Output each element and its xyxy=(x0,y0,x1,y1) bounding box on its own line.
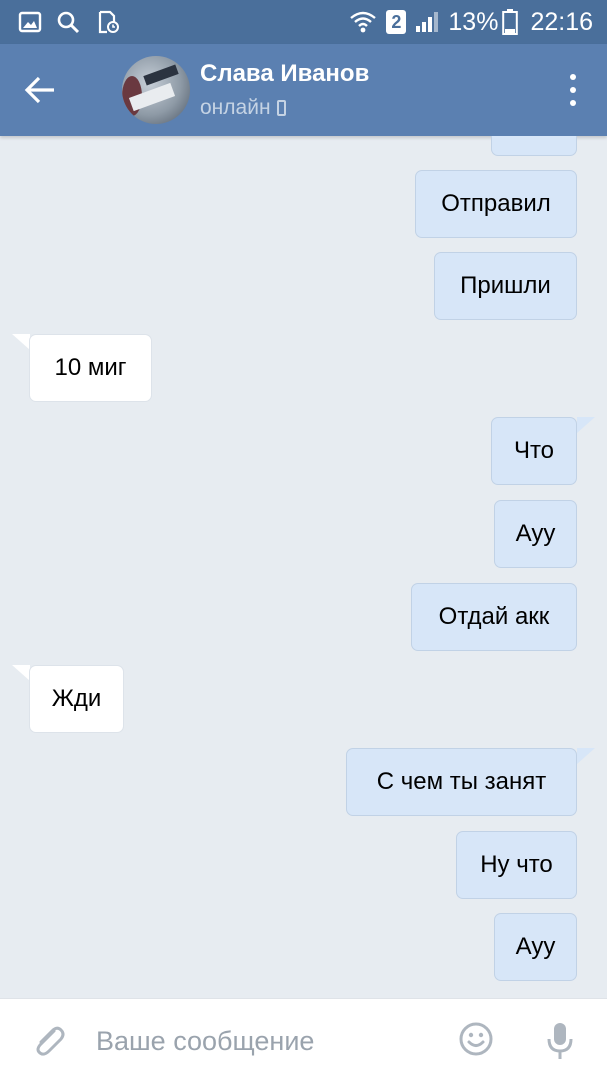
contact-name[interactable]: Слава Иванов xyxy=(200,60,369,88)
chat-header: Слава Иванов онлайн xyxy=(0,44,607,136)
message-text: Отправил xyxy=(441,190,551,217)
back-arrow-icon[interactable] xyxy=(20,70,60,110)
message-text: Ауу xyxy=(515,933,556,960)
paperclip-icon[interactable] xyxy=(30,1023,66,1059)
contact-status: онлайн xyxy=(200,96,286,120)
message-text: Ауу xyxy=(515,520,556,547)
sim-2-icon: 2 xyxy=(386,10,407,34)
message-bubble-outgoing[interactable]: Отправил xyxy=(415,170,577,238)
message-text: Что xyxy=(513,437,555,464)
message-bubble-outgoing[interactable]: Пришли xyxy=(434,252,577,320)
phone-icon xyxy=(276,100,286,116)
bubble-tail xyxy=(577,417,595,433)
contact-status-label: онлайн xyxy=(200,96,271,119)
bubble-tail xyxy=(577,748,595,764)
message-text: С чем ты занят xyxy=(376,768,547,795)
signal-icon xyxy=(416,12,439,32)
message-bubble-outgoing[interactable]: Ауу xyxy=(494,500,577,568)
message-text: Отдай акк xyxy=(438,603,550,630)
battery-percent: 13% xyxy=(448,7,499,36)
message-text: 10 миг xyxy=(54,354,127,381)
message-bubble-outgoing[interactable]: Отдай акк xyxy=(411,583,577,651)
status-bar: 2 13% 22:16 xyxy=(0,0,607,44)
message-bubble-outgoing[interactable]: Ауу xyxy=(494,913,577,981)
battery-icon xyxy=(502,9,519,35)
avatar[interactable] xyxy=(122,56,190,124)
message-list[interactable]: Отправил Пришли 10 миг Что Ауу Отдай акк… xyxy=(0,136,607,998)
microphone-icon[interactable] xyxy=(545,1021,575,1061)
message-bubble-outgoing[interactable]: Ну что xyxy=(456,831,577,899)
gallery-icon xyxy=(18,11,42,33)
message-input-bar xyxy=(0,998,607,1081)
message-bubble-incoming[interactable]: 10 миг xyxy=(29,334,152,402)
message-bubble-outgoing[interactable]: Что xyxy=(491,417,577,485)
message-text: Жди xyxy=(51,685,102,712)
bubble-tail xyxy=(12,334,30,350)
wifi-icon xyxy=(350,11,377,33)
status-time: 22:16 xyxy=(530,7,593,36)
bubble-tail xyxy=(12,665,30,681)
file-clock-icon xyxy=(98,10,119,34)
emoji-icon[interactable] xyxy=(458,1021,494,1057)
message-text: Ну что xyxy=(480,851,553,878)
more-vertical-icon[interactable] xyxy=(563,74,583,106)
message-input[interactable] xyxy=(96,1021,426,1061)
search-icon xyxy=(57,11,80,34)
message-bubble-outgoing[interactable]: С чем ты занят xyxy=(346,748,577,816)
message-bubble-incoming[interactable]: Жди xyxy=(29,665,124,733)
message-text: Пришли xyxy=(460,272,551,299)
message-bubble-outgoing[interactable] xyxy=(491,136,577,156)
